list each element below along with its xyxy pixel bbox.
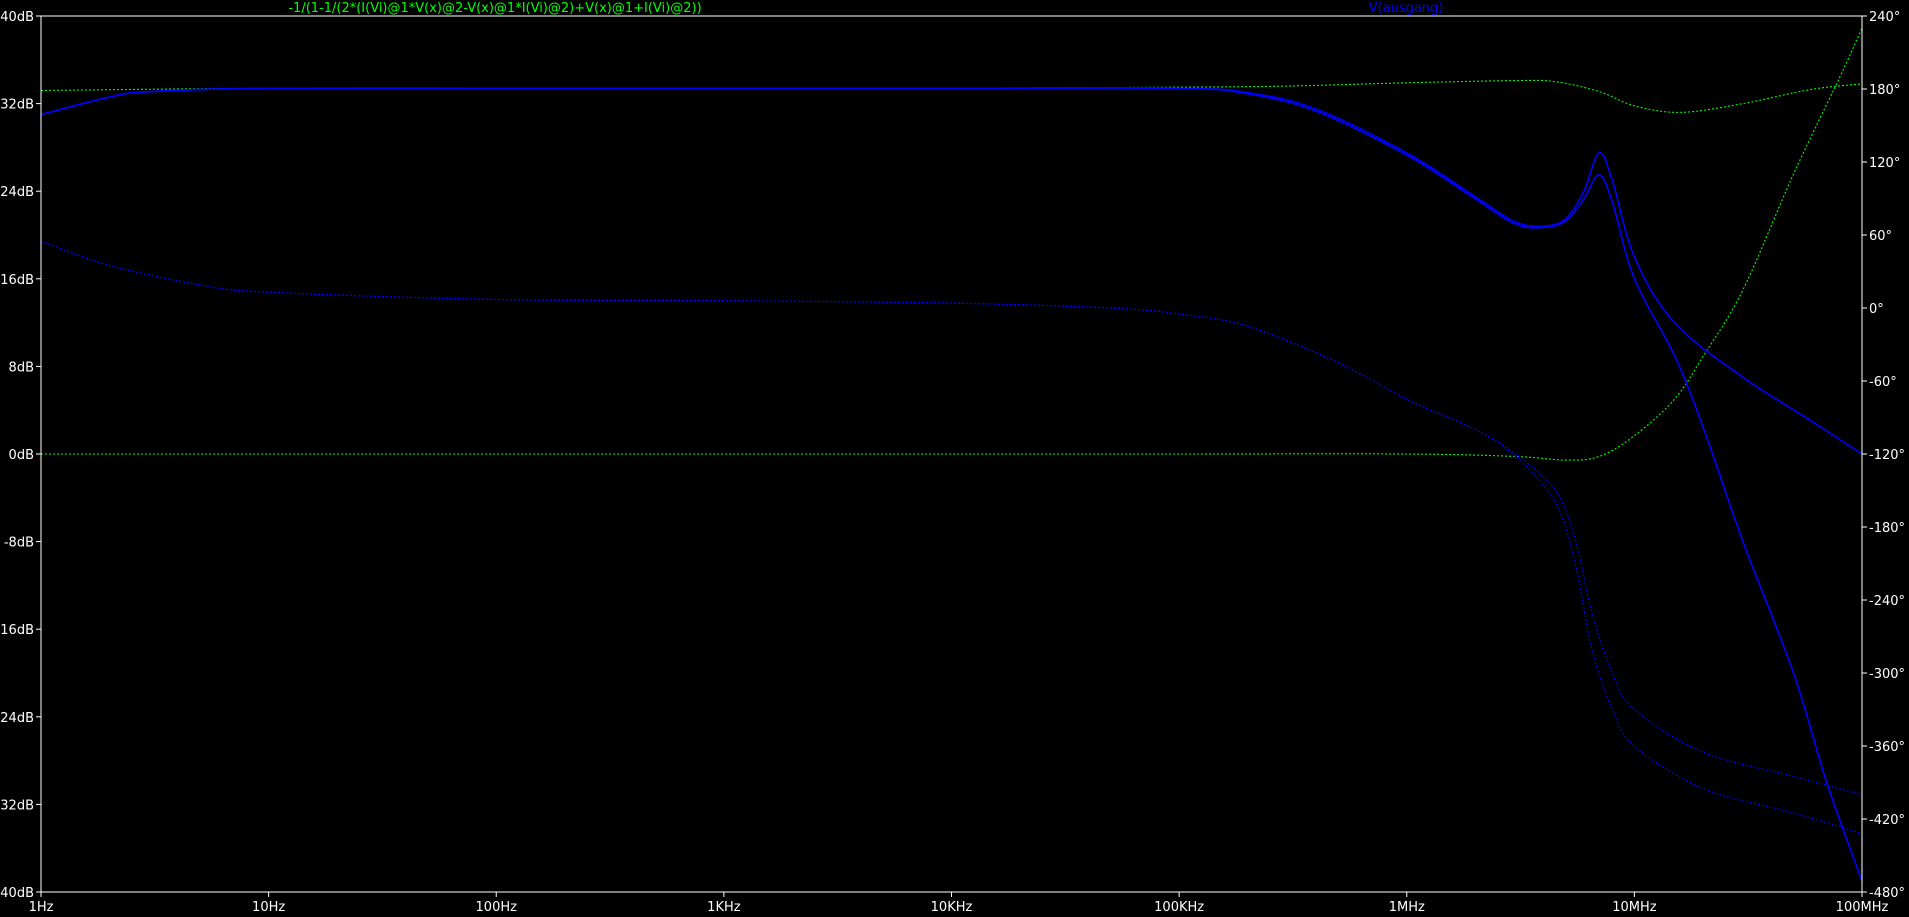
x-tick-label: 1MHz	[1389, 900, 1425, 915]
y-right-tick-label: -300°	[1869, 667, 1905, 682]
plot-background	[0, 0, 1909, 917]
trace-label-expression[interactable]: -1/(1-1/(2*(I(Vi)@1*V(x)@2-V(x)@1*I(Vi)@…	[288, 1, 701, 16]
y-left-tick-label: 16dB	[0, 273, 34, 288]
y-left-tick-label: -8dB	[4, 536, 34, 551]
y-right-tick-label: -420°	[1869, 813, 1905, 828]
trace-label-v-ausgang[interactable]: V(ausgang)	[1369, 1, 1444, 16]
x-tick-label: 1KHz	[707, 900, 741, 915]
y-left-tick-label: 24dB	[0, 185, 34, 200]
y-right-tick-label: -120°	[1869, 448, 1905, 463]
y-right-tick-label: 60°	[1869, 229, 1892, 244]
x-tick-label: 10Hz	[252, 900, 285, 915]
y-left-tick-label: -16dB	[0, 623, 34, 638]
y-right-tick-label: -60°	[1869, 375, 1897, 390]
x-tick-label: 100Hz	[476, 900, 518, 915]
y-left-tick-label: -40dB	[0, 886, 34, 901]
y-right-tick-label: 120°	[1869, 156, 1900, 171]
y-right-tick-label: -240°	[1869, 594, 1905, 609]
y-right-tick-label: 180°	[1869, 83, 1900, 98]
y-left-tick-label: 32dB	[0, 98, 34, 113]
y-left-tick-label: 40dB	[0, 10, 34, 25]
x-tick-label: 10KHz	[931, 900, 973, 915]
y-right-tick-label: -180°	[1869, 521, 1905, 536]
y-left-tick-label: -24dB	[0, 711, 34, 726]
y-left-tick-label: 0dB	[9, 448, 34, 463]
y-right-tick-label: -480°	[1869, 886, 1905, 901]
x-tick-label: 100KHz	[1154, 900, 1204, 915]
y-right-tick-label: 240°	[1869, 10, 1900, 25]
y-left-tick-label: 8dB	[9, 360, 34, 375]
x-tick-label: 1Hz	[29, 900, 54, 915]
x-tick-label: 10MHz	[1612, 900, 1657, 915]
y-right-tick-label: 0°	[1869, 302, 1884, 317]
y-left-tick-label: -32dB	[0, 798, 34, 813]
x-tick-label: 100MHz	[1836, 900, 1889, 915]
bode-plot[interactable]: 1Hz 10Hz 100Hz 1KHz 10KHz 100KHz 1MHz 10MHz 100M…	[0, 0, 1909, 917]
y-right-tick-label: -360°	[1869, 740, 1905, 755]
